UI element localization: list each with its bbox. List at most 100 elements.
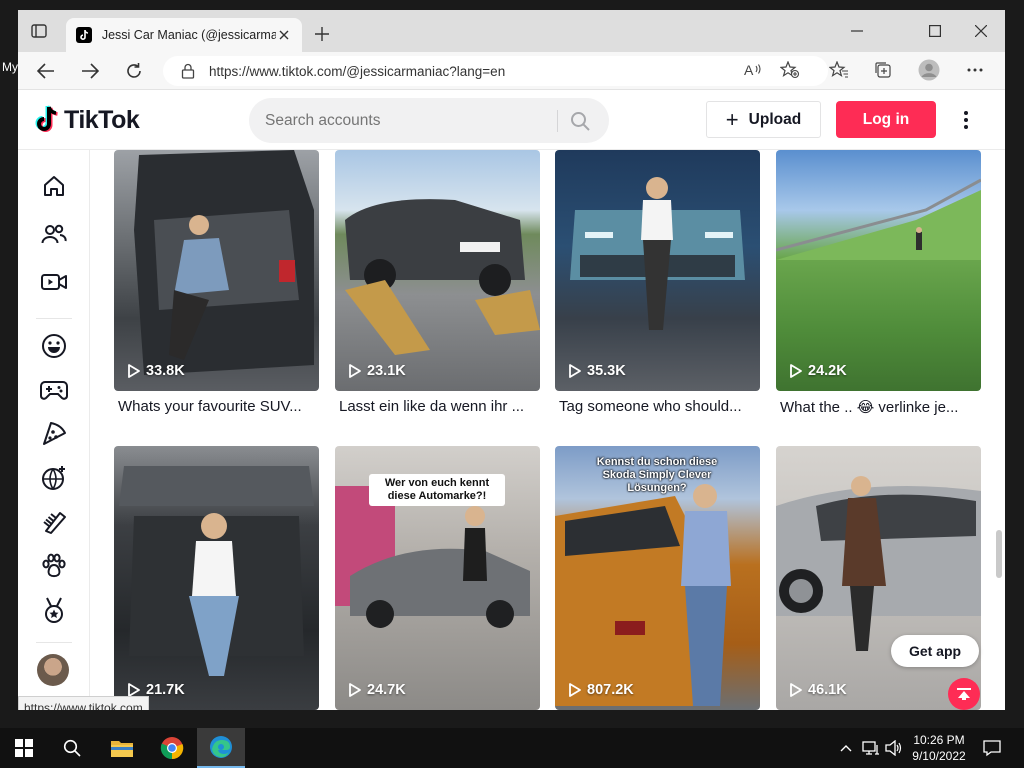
search-divider (557, 110, 558, 132)
video-thumbnail[interactable]: 46.1K (776, 446, 981, 710)
video-thumbnail[interactable]: 21.7K (114, 446, 319, 710)
play-icon (349, 683, 361, 697)
view-count: 24.2K (790, 363, 847, 379)
close-window-icon[interactable] (970, 20, 992, 42)
video-thumbnail[interactable]: Kennst du schon diese Skoda Simply Cleve… (555, 446, 760, 710)
status-link-preview: https://www.tiktok.com (18, 696, 149, 710)
live-icon[interactable] (40, 268, 68, 296)
browser-tab[interactable]: Jessi Car Maniac (@jessicarmaniac (66, 18, 302, 52)
play-icon (128, 364, 140, 378)
clock-time: 10:26 PM (913, 733, 965, 747)
upload-button[interactable]: + Upload (706, 101, 821, 138)
science-icon[interactable] (40, 464, 68, 492)
video-thumbnail[interactable]: 33.8K (114, 150, 319, 391)
food-icon[interactable] (40, 420, 68, 448)
refresh-icon[interactable] (122, 59, 146, 83)
video-caption[interactable]: What the .. 😂 verlinke je... (780, 398, 980, 416)
view-count-text: 21.7K (146, 682, 185, 698)
video-caption[interactable]: Whats your favourite SUV... (118, 398, 318, 415)
read-aloud-icon[interactable]: A (742, 59, 764, 81)
play-icon (790, 683, 802, 697)
login-button[interactable]: Log in (836, 101, 936, 138)
search-taskbar-icon[interactable] (48, 728, 96, 768)
following-icon[interactable] (40, 220, 68, 248)
view-count-text: 23.1K (367, 363, 406, 379)
url-field[interactable]: https://www.tiktok.com/@jessicarmaniac?l… (163, 56, 828, 86)
view-count: 23.1K (349, 363, 406, 379)
title-bar: Jessi Car Maniac (@jessicarmaniac (18, 10, 1005, 52)
video-thumbnail[interactable]: 24.2K (776, 150, 981, 391)
comedy-icon[interactable] (40, 332, 68, 360)
forward-icon[interactable] (78, 59, 102, 83)
start-button[interactable] (0, 728, 48, 768)
tiktok-logo-icon (35, 105, 58, 132)
view-count: 24.7K (349, 682, 406, 698)
video-overlay-text: Wer von euch kennt diese Automarke?! (369, 474, 505, 506)
video-thumbnail[interactable]: Wer von euch kennt diese Automarke?! 24.… (335, 446, 540, 710)
video-thumbnail[interactable]: 23.1K (335, 150, 540, 391)
silver-car-image (776, 476, 981, 651)
view-count: 46.1K (790, 682, 847, 698)
suggested-account-avatar[interactable] (37, 654, 69, 686)
home-icon[interactable] (40, 172, 68, 200)
more-options-icon[interactable] (964, 59, 986, 81)
video-caption[interactable]: Lasst ein like da wenn ihr ... (339, 398, 539, 415)
view-count-text: 24.7K (367, 682, 406, 698)
arrow-up-icon (957, 688, 971, 700)
maximize-icon[interactable] (924, 20, 946, 42)
collections-icon[interactable] (872, 59, 894, 81)
tiktok-favicon-icon (76, 27, 92, 43)
notifications-icon[interactable] (982, 738, 1002, 758)
tiktok-logo[interactable]: TikTok (34, 105, 140, 135)
view-count: 33.8K (128, 363, 185, 379)
chrome-icon[interactable] (148, 728, 196, 768)
sidebar (18, 150, 90, 710)
scroll-to-top-button[interactable] (948, 678, 980, 710)
address-bar: https://www.tiktok.com/@jessicarmaniac?l… (18, 52, 1005, 90)
gaming-icon[interactable] (40, 376, 68, 404)
video-caption[interactable]: Tag someone who should... (559, 398, 759, 415)
volume-icon[interactable] (884, 738, 904, 758)
plus-icon: + (725, 106, 739, 132)
tab-actions-icon[interactable] (30, 22, 50, 42)
profile-avatar-icon[interactable] (918, 59, 940, 81)
clock-date: 9/10/2022 (912, 749, 966, 763)
new-tab-icon[interactable] (311, 23, 333, 45)
play-icon (569, 683, 581, 697)
video-grid: 33.8K Whats your favourite SUV... 23.1K … (114, 150, 994, 710)
suv-presenter-image (570, 177, 745, 330)
view-count-text: 46.1K (808, 682, 847, 698)
file-explorer-icon[interactable] (98, 728, 146, 768)
video-thumbnail[interactable]: 35.3K (555, 150, 760, 391)
lock-icon[interactable] (181, 63, 195, 84)
url-text: https://www.tiktok.com/@jessicarmaniac?l… (209, 63, 506, 79)
beauty-icon[interactable] (40, 508, 68, 536)
page-scrollbar[interactable] (996, 530, 1002, 578)
animals-icon[interactable] (40, 552, 68, 580)
view-count-text: 33.8K (146, 363, 185, 379)
view-count-text: 807.2K (587, 682, 634, 698)
view-count: 807.2K (569, 682, 634, 698)
view-count-text: 24.2K (808, 363, 847, 379)
sports-icon[interactable] (40, 596, 68, 624)
car-ramp-image (345, 199, 540, 355)
favorites-icon[interactable] (828, 59, 850, 81)
play-icon (349, 364, 361, 378)
network-icon[interactable] (861, 738, 881, 758)
taskbar-clock[interactable]: 10:26 PM 9/10/2022 (905, 732, 973, 764)
chevron-up-icon[interactable] (836, 738, 856, 758)
minimize-icon[interactable] (846, 20, 868, 42)
tab-title: Jessi Car Maniac (@jessicarmaniac (101, 28, 277, 42)
more-menu-icon[interactable] (955, 107, 977, 133)
back-icon[interactable] (34, 59, 58, 83)
edge-icon[interactable] (197, 728, 245, 768)
browser-window: Jessi Car Maniac (@jessicarmaniac (18, 10, 1005, 710)
search-input[interactable] (249, 111, 549, 130)
video-overlay-text: Kennst du schon diese Skoda Simply Cleve… (596, 456, 718, 494)
close-tab-icon[interactable] (276, 27, 292, 43)
add-favorite-icon[interactable] (779, 59, 801, 81)
search-icon[interactable] (567, 108, 593, 134)
svg-text:A: A (744, 62, 754, 78)
get-app-button[interactable]: Get app (891, 635, 979, 667)
get-app-label: Get app (908, 643, 962, 659)
